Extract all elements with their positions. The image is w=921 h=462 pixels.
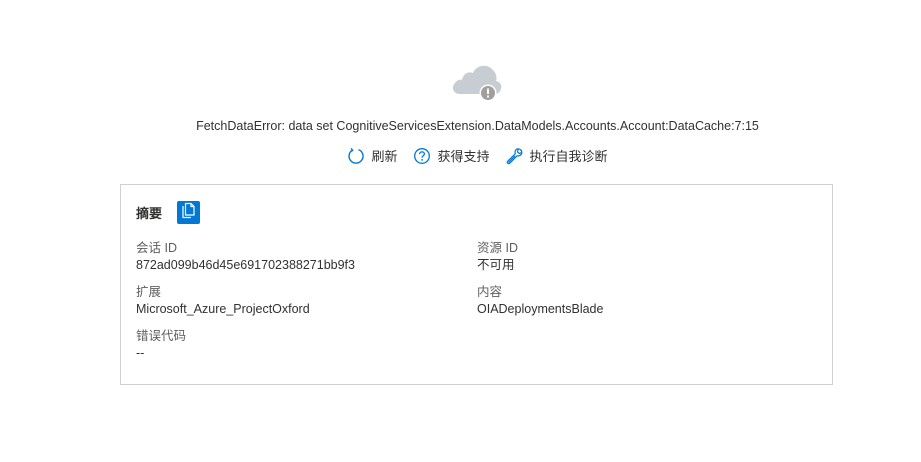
- cloud-error-icon: [450, 60, 504, 104]
- content-label: 内容: [477, 285, 503, 299]
- get-support-button[interactable]: 获得支持: [413, 146, 490, 165]
- extension-field: 扩展 Microsoft_Azure_ProjectOxford: [136, 284, 310, 318]
- error-code-label: 错误代码: [136, 329, 187, 343]
- self-diagnose-label: 执行自我诊断: [529, 149, 608, 164]
- extension-label: 扩展: [136, 285, 162, 299]
- session-id-label: 会话 ID: [136, 241, 177, 255]
- summary-panel: 摘要 会话 ID 872ad099b46d45e691702388271bb9f…: [120, 184, 833, 385]
- refresh-icon: [347, 147, 365, 165]
- resource-id-field: 资源 ID 不可用: [477, 240, 518, 274]
- error-code-value: --: [136, 346, 145, 360]
- error-page: FetchDataError: data set CognitiveServic…: [0, 0, 921, 462]
- refresh-label: 刷新: [371, 149, 398, 164]
- get-support-label: 获得支持: [437, 149, 490, 164]
- content-field: 内容 OIADeploymentsBlade: [477, 284, 603, 318]
- session-id-value: 872ad099b46d45e691702388271bb9f3: [136, 258, 355, 272]
- error-message: FetchDataError: data set CognitiveServic…: [196, 119, 759, 133]
- session-id-field: 会话 ID 872ad099b46d45e691702388271bb9f3: [136, 240, 355, 274]
- extension-value: Microsoft_Azure_ProjectOxford: [136, 302, 310, 316]
- resource-id-value: 不可用: [477, 258, 515, 272]
- help-icon: [413, 147, 431, 165]
- copy-button[interactable]: [177, 201, 201, 224]
- resource-id-label: 资源 ID: [477, 241, 518, 255]
- error-code-field: 错误代码 --: [136, 328, 186, 362]
- self-diagnose-button[interactable]: 执行自我诊断: [506, 146, 608, 165]
- copy-icon: [181, 202, 196, 224]
- wrench-icon: [506, 147, 524, 165]
- action-bar: 刷新 获得支持 执行自我诊断: [0, 146, 921, 165]
- summary-title: 摘要: [136, 206, 163, 221]
- refresh-button[interactable]: 刷新: [347, 146, 397, 165]
- content-value: OIADeploymentsBlade: [477, 302, 604, 316]
- summary-header: 摘要: [136, 201, 201, 224]
